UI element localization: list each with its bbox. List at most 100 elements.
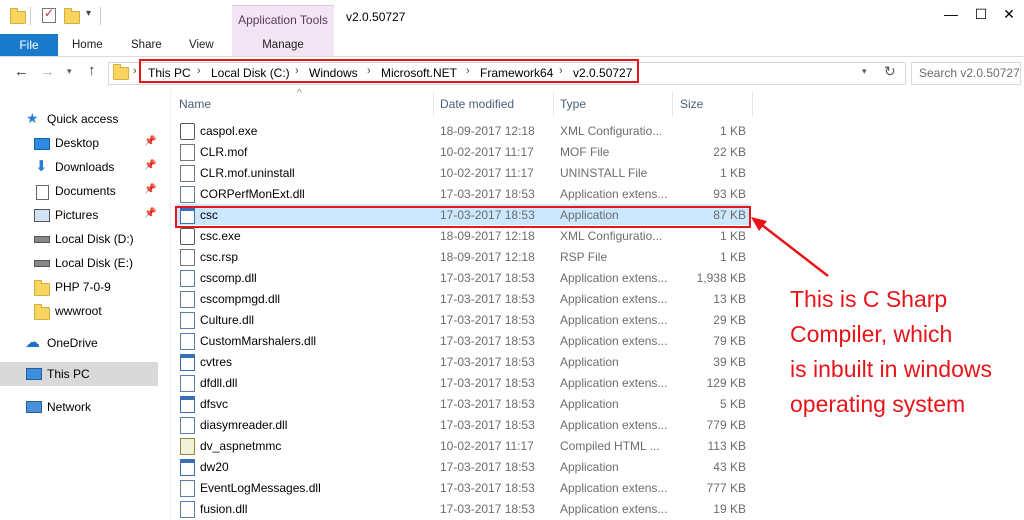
chevron-right-icon[interactable]: › <box>133 65 137 77</box>
file-type: Application extens... <box>560 292 668 306</box>
sidebar-item-onedrive[interactable]: ☁ OneDrive <box>0 331 158 355</box>
selection-highlight-box <box>175 206 751 228</box>
recent-locations-icon[interactable]: ▾ <box>67 66 72 77</box>
pin-icon[interactable]: 📌 <box>144 208 156 219</box>
chevron-down-icon[interactable]: ▾ <box>862 66 867 77</box>
file-row[interactable]: EventLogMessages.dll 17-03-2017 18:53 Appl… <box>176 477 750 498</box>
navigation-pane: ★ Quick access Desktop 📌 ⬇ Downloads 📌 D… <box>0 90 170 520</box>
application-icon <box>180 396 195 413</box>
properties-icon[interactable]: ✓ <box>42 6 56 23</box>
file-row[interactable]: csc.rsp 18-09-2017 12:18 RSP File 1 KB <box>176 246 750 267</box>
sidebar-item-desktop[interactable]: Desktop 📌 <box>0 131 158 155</box>
file-row[interactable]: fusion.dll 17-03-2017 18:53 Application ex… <box>176 498 750 519</box>
tab-file[interactable]: File <box>0 34 58 56</box>
file-size: 777 KB <box>706 481 746 495</box>
sidebar-item-network[interactable]: Network <box>0 395 158 419</box>
dll-icon <box>180 333 195 350</box>
file-type: Application <box>560 397 619 411</box>
file-row[interactable]: CustomMarshalers.dll 17-03-2017 18:53 Appl… <box>176 330 750 351</box>
desktop-icon <box>34 138 50 150</box>
file-type: Application extens... <box>560 502 668 516</box>
sidebar-item-downloads[interactable]: ⬇ Downloads 📌 <box>0 155 158 179</box>
column-header-date-modified[interactable]: Date modified <box>440 97 514 111</box>
tab-share[interactable]: Share <box>131 34 162 56</box>
file-size: 93 KB <box>713 187 746 201</box>
file-name: cscompmgd.dll <box>200 292 281 306</box>
file-size: 5 KB <box>719 397 746 411</box>
sidebar-item-wwwroot[interactable]: wwwroot <box>0 299 158 323</box>
file-size: 79 KB <box>713 334 746 348</box>
up-arrow-icon[interactable]: ↑ <box>88 62 96 79</box>
file-date-modified: 10-02-2017 11:17 <box>440 145 534 159</box>
file-row[interactable]: cvtres 17-03-2017 18:53 Application 39 KB <box>176 351 750 372</box>
maximize-button[interactable]: ☐ <box>966 6 996 26</box>
file-type: Application <box>560 355 619 369</box>
file-type: Application extens... <box>560 187 668 201</box>
file-list: caspol.exe 18-09-2017 12:18 XML Configurat… <box>170 120 770 520</box>
file-row[interactable]: csc.exe 18-09-2017 12:18 XML Configuratio.… <box>176 225 750 246</box>
annotation-arrow-head <box>751 217 767 231</box>
sidebar-item-quick-access[interactable]: ★ Quick access <box>0 107 158 131</box>
file-date-modified: 18-09-2017 12:18 <box>440 250 535 264</box>
sidebar-item-label: Pictures <box>55 208 99 222</box>
file-date-modified: 10-02-2017 11:17 <box>440 166 534 180</box>
pictures-icon <box>34 209 50 222</box>
file-row[interactable]: caspol.exe 18-09-2017 12:18 XML Configurat… <box>176 120 750 141</box>
file-row[interactable]: cscomp.dll 17-03-2017 18:53 Application ex… <box>176 267 750 288</box>
file-name: dv_aspnetmmc <box>200 439 282 453</box>
column-divider[interactable] <box>433 92 434 116</box>
sidebar-item-this-pc[interactable]: This PC <box>0 362 158 386</box>
pin-icon[interactable]: 📌 <box>144 160 156 171</box>
file-row[interactable]: CLR.mof.uninstall 10-02-2017 11:17 UNINSTA… <box>176 162 750 183</box>
computer-icon <box>26 368 42 380</box>
annotation-arrow-line <box>757 221 829 277</box>
folder-icon <box>10 8 26 24</box>
sidebar-item-pictures[interactable]: Pictures 📌 <box>0 203 158 227</box>
column-divider[interactable] <box>672 92 673 116</box>
sidebar-item-php-7-0-9[interactable]: PHP 7-0-9 <box>0 275 158 299</box>
sidebar-item-local-disk-e[interactable]: Local Disk (E:) <box>0 251 158 275</box>
pin-icon[interactable]: 📌 <box>144 136 156 147</box>
tab-home[interactable]: Home <box>72 34 103 56</box>
file-row[interactable]: dfsvc 17-03-2017 18:53 Application 5 KB <box>176 393 750 414</box>
column-divider[interactable] <box>553 92 554 116</box>
close-button[interactable]: ✕ <box>994 6 1024 26</box>
tab-view[interactable]: View <box>189 34 214 56</box>
file-row[interactable]: dv_aspnetmmc 10-02-2017 11:17 Compiled HTM… <box>176 435 750 456</box>
sidebar-item-label: Network <box>47 400 92 414</box>
file-row[interactable]: diasymreader.dll 17-03-2017 18:53 Applicat… <box>176 414 750 435</box>
star-icon: ★ <box>26 110 39 126</box>
file-size: 1 KB <box>719 166 746 180</box>
back-arrow-icon[interactable]: ← <box>14 63 29 80</box>
column-header-size[interactable]: Size <box>680 97 703 111</box>
sidebar-item-documents[interactable]: Documents 📌 <box>0 179 158 203</box>
file-date-modified: 18-09-2017 12:18 <box>440 229 535 243</box>
file-row[interactable]: dw20 17-03-2017 18:53 Application 43 KB <box>176 456 750 477</box>
sidebar-item-local-disk-d[interactable]: Local Disk (D:) <box>0 227 158 251</box>
file-size: 19 KB <box>713 502 746 516</box>
refresh-icon[interactable]: ↻ <box>884 63 896 80</box>
file-row[interactable]: CLR.mof 10-02-2017 11:17 MOF File 22 KB <box>176 141 750 162</box>
column-header-name[interactable]: Name <box>179 97 211 111</box>
column-header-type[interactable]: Type <box>560 97 586 111</box>
tab-manage[interactable]: Manage <box>232 34 334 56</box>
config-file-icon <box>180 228 195 245</box>
file-name: caspol.exe <box>200 124 258 138</box>
file-type: Application extens... <box>560 481 668 495</box>
minimize-button[interactable]: — <box>936 6 966 26</box>
file-row[interactable]: CORPerfMonExt.dll 17-03-2017 18:53 Applica… <box>176 183 750 204</box>
file-size: 779 KB <box>706 418 746 432</box>
forward-arrow-icon[interactable]: → <box>40 63 55 80</box>
file-row[interactable]: dfdll.dll 17-03-2017 18:53 Application ext… <box>176 372 750 393</box>
file-row[interactable]: Culture.dll 17-03-2017 18:53 Application e… <box>176 309 750 330</box>
application-icon <box>180 354 195 371</box>
pin-icon[interactable]: 📌 <box>144 184 156 195</box>
sidebar-item-label: Local Disk (E:) <box>55 256 134 270</box>
new-folder-icon[interactable] <box>64 8 80 24</box>
dll-icon <box>180 186 195 203</box>
file-type: Application <box>560 460 619 474</box>
file-size: 22 KB <box>713 145 746 159</box>
column-divider[interactable] <box>752 92 753 116</box>
file-row[interactable]: cscompmgd.dll 17-03-2017 18:53 Application… <box>176 288 750 309</box>
customize-toolbar-icon[interactable]: ▾ <box>86 8 91 19</box>
